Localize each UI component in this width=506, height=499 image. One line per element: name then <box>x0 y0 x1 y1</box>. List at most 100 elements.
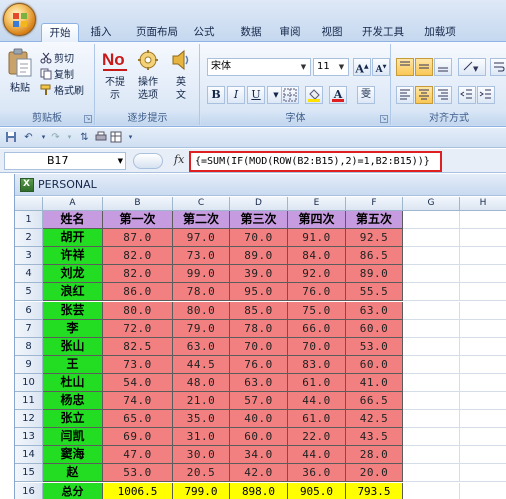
score-cell[interactable]: 60.0 <box>346 319 403 338</box>
decrease-indent-button[interactable] <box>458 86 476 104</box>
empty-cell[interactable] <box>460 392 506 411</box>
format-painter-button[interactable]: 格式刷 <box>40 84 84 100</box>
sort-icon[interactable]: ⇅ <box>78 131 91 144</box>
score-cell[interactable]: 43.5 <box>346 428 403 447</box>
name-cell[interactable]: 杜山 <box>43 373 103 392</box>
english-button[interactable]: 英 文 <box>167 48 195 108</box>
score-cell[interactable]: 35.0 <box>173 410 230 429</box>
score-cell[interactable]: 44.0 <box>288 446 346 465</box>
tab-review[interactable]: 审阅 <box>274 23 306 42</box>
score-cell[interactable]: 92.5 <box>346 229 403 248</box>
empty-cell[interactable] <box>460 464 506 483</box>
row-header[interactable]: 9 <box>15 355 43 374</box>
score-cell[interactable]: 63.0 <box>230 373 288 392</box>
score-cell[interactable]: 30.0 <box>173 446 230 465</box>
name-cell[interactable]: 许祥 <box>43 247 103 266</box>
score-cell[interactable]: 63.0 <box>173 337 230 356</box>
empty-cell[interactable] <box>403 247 460 266</box>
score-cell[interactable]: 66.5 <box>346 392 403 411</box>
font-launcher-icon[interactable]: ↘ <box>380 115 388 123</box>
empty-cell[interactable] <box>403 283 460 302</box>
score-cell[interactable]: 31.0 <box>173 428 230 447</box>
total-label-cell[interactable]: 总分 <box>43 482 103 499</box>
row-header[interactable]: 12 <box>15 410 43 429</box>
empty-cell[interactable] <box>403 410 460 429</box>
row-header[interactable]: 10 <box>15 373 43 392</box>
score-cell[interactable]: 66.0 <box>288 319 346 338</box>
score-cell[interactable]: 82.5 <box>103 337 173 356</box>
column-header-e[interactable]: E <box>288 197 346 211</box>
score-cell[interactable]: 99.0 <box>173 265 230 284</box>
score-cell[interactable]: 48.0 <box>173 373 230 392</box>
column-header-c[interactable]: C <box>173 197 230 211</box>
column-title-cell[interactable]: 第二次 <box>173 211 230 230</box>
row-header[interactable]: 1 <box>15 211 43 230</box>
score-cell[interactable]: 40.0 <box>230 410 288 429</box>
empty-cell[interactable] <box>403 482 460 499</box>
empty-cell[interactable] <box>460 337 506 356</box>
score-cell[interactable]: 69.0 <box>103 428 173 447</box>
score-cell[interactable]: 87.0 <box>103 229 173 248</box>
empty-cell[interactable] <box>403 265 460 284</box>
row-header[interactable]: 8 <box>15 337 43 356</box>
score-cell[interactable]: 53.0 <box>346 337 403 356</box>
column-title-cell[interactable]: 第四次 <box>288 211 346 230</box>
row-header[interactable]: 2 <box>15 229 43 248</box>
empty-cell[interactable] <box>460 229 506 248</box>
score-cell[interactable]: 85.0 <box>230 301 288 320</box>
column-title-cell[interactable]: 第一次 <box>103 211 173 230</box>
empty-cell[interactable] <box>403 319 460 338</box>
name-cell[interactable]: 赵 <box>43 464 103 483</box>
score-cell[interactable]: 53.0 <box>103 464 173 483</box>
underline-button[interactable]: U <box>247 86 265 104</box>
score-cell[interactable]: 34.0 <box>230 446 288 465</box>
column-header-a[interactable]: A <box>43 197 103 211</box>
score-cell[interactable]: 78.0 <box>173 283 230 302</box>
chevron-down-icon[interactable]: ▼ <box>336 60 347 74</box>
spreadsheet-icon[interactable] <box>109 131 122 144</box>
score-cell[interactable]: 39.0 <box>230 265 288 284</box>
name-cell[interactable]: 王 <box>43 355 103 374</box>
chevron-down-icon[interactable]: ▼ <box>298 60 309 74</box>
score-cell[interactable]: 79.0 <box>173 319 230 338</box>
score-cell[interactable]: 89.0 <box>230 247 288 266</box>
score-cell[interactable]: 70.0 <box>230 229 288 248</box>
fill-color-button[interactable] <box>305 86 323 104</box>
undo-icon[interactable]: ↶ <box>22 131 35 144</box>
empty-cell[interactable] <box>460 283 506 302</box>
align-left-button[interactable] <box>396 86 414 104</box>
column-title-cell[interactable]: 第五次 <box>346 211 403 230</box>
score-cell[interactable]: 95.0 <box>230 283 288 302</box>
align-right-button[interactable] <box>434 86 452 104</box>
font-size-combo[interactable]: 11 ▼ <box>313 58 349 76</box>
name-cell[interactable]: 刘龙 <box>43 265 103 284</box>
empty-cell[interactable] <box>460 211 506 230</box>
score-cell[interactable]: 47.0 <box>103 446 173 465</box>
score-cell[interactable]: 36.0 <box>288 464 346 483</box>
save-icon[interactable] <box>4 131 17 144</box>
name-cell[interactable]: 张立 <box>43 410 103 429</box>
score-cell[interactable]: 63.0 <box>346 301 403 320</box>
select-all-corner[interactable] <box>15 197 43 211</box>
grow-font-button[interactable]: A▲ <box>353 58 371 76</box>
score-cell[interactable]: 84.0 <box>288 247 346 266</box>
empty-cell[interactable] <box>403 337 460 356</box>
column-header-d[interactable]: D <box>230 197 288 211</box>
name-cell[interactable]: 浪红 <box>43 283 103 302</box>
score-cell[interactable]: 54.0 <box>103 373 173 392</box>
clipboard-launcher-icon[interactable]: ↘ <box>84 115 92 123</box>
empty-cell[interactable] <box>403 211 460 230</box>
row-header[interactable]: 15 <box>15 464 43 483</box>
score-cell[interactable]: 70.0 <box>230 337 288 356</box>
empty-cell[interactable] <box>403 301 460 320</box>
empty-cell[interactable] <box>403 464 460 483</box>
score-cell[interactable]: 75.0 <box>288 301 346 320</box>
score-cell[interactable]: 61.0 <box>288 373 346 392</box>
border-button[interactable] <box>281 86 299 104</box>
name-cell[interactable]: 窦海 <box>43 446 103 465</box>
score-cell[interactable]: 82.0 <box>103 265 173 284</box>
row-header[interactable]: 6 <box>15 301 43 320</box>
font-color-button[interactable]: A <box>329 86 347 104</box>
office-button[interactable] <box>3 3 36 36</box>
score-cell[interactable]: 82.0 <box>103 247 173 266</box>
